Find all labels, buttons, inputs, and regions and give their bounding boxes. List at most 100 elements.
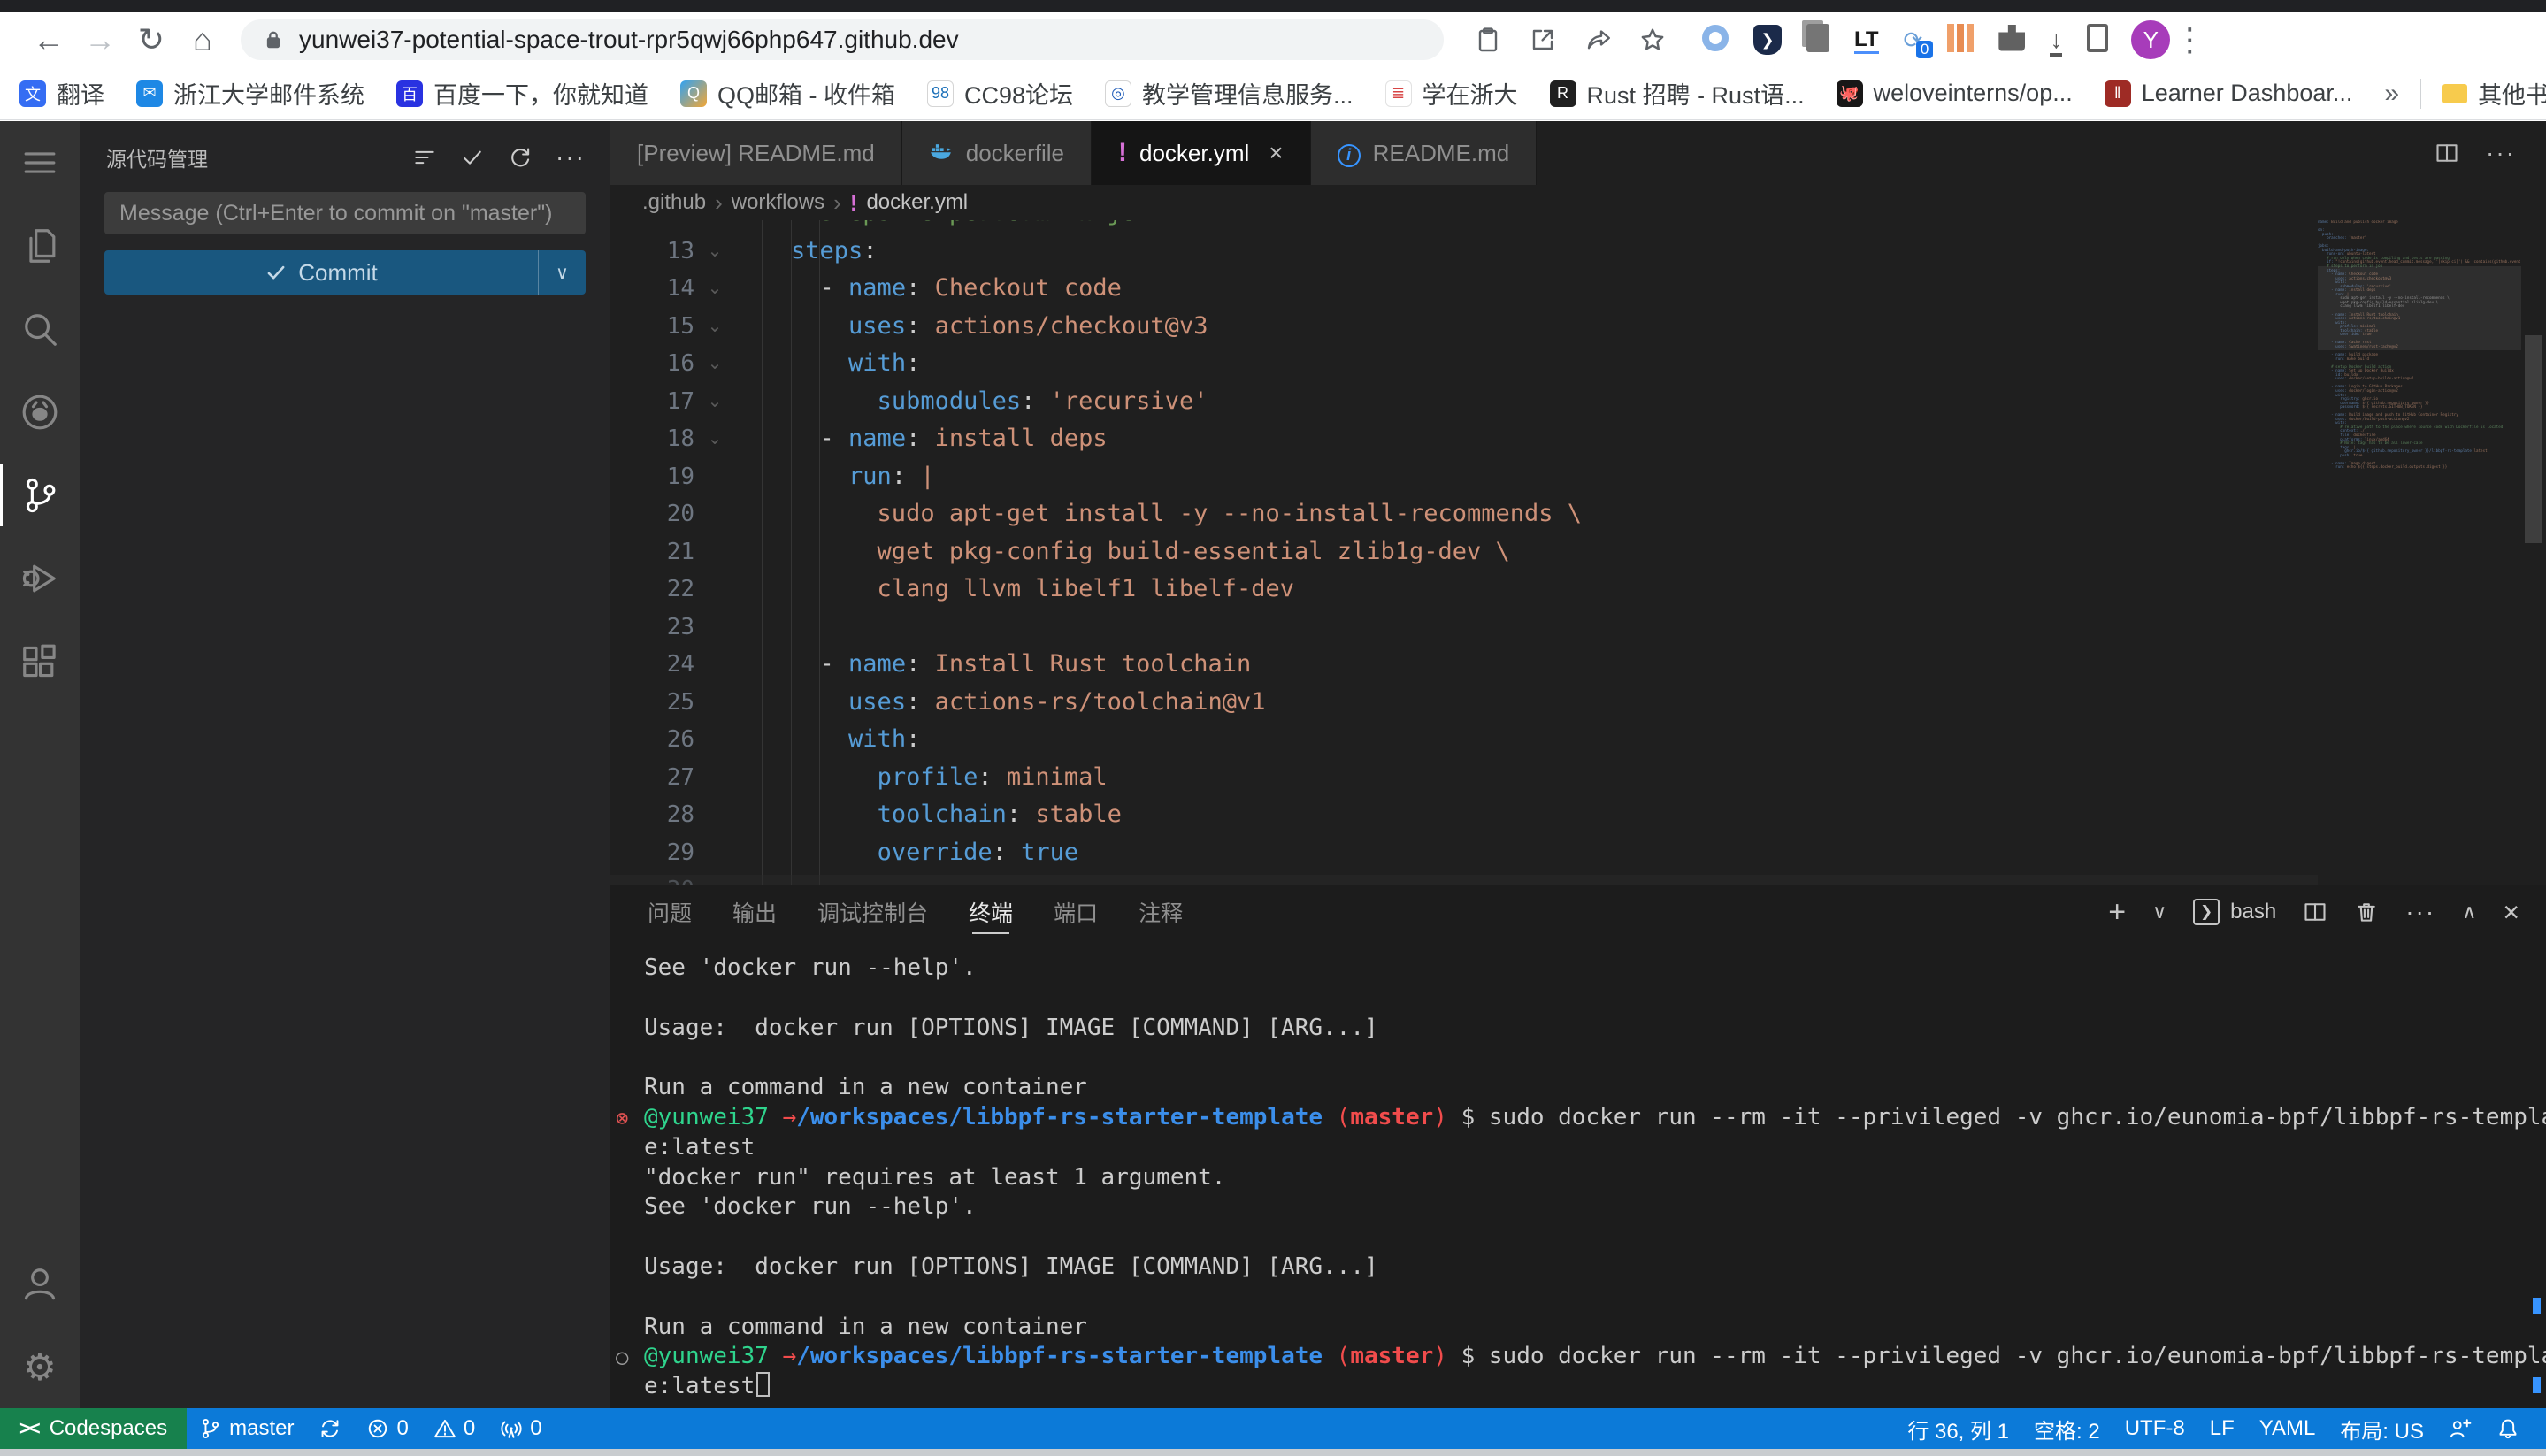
- bookmark-9[interactable]: 🐙weloveinterns/op...: [1837, 80, 2073, 107]
- status-indentation[interactable]: 空格: 2: [2021, 1408, 2113, 1449]
- status-cursor-position[interactable]: 行 36, 列 1: [1895, 1408, 2021, 1449]
- address-bar[interactable]: yunwei37-potential-space-trout-rpr5qwj66…: [241, 19, 1444, 60]
- chevron-down-icon[interactable]: ∨: [2152, 900, 2166, 923]
- line-number[interactable]: 14: [610, 270, 694, 308]
- code-line[interactable]: uses: actions-rs/toolchain@v1: [733, 684, 1582, 722]
- bookmark-4[interactable]: QQQ邮箱 - 收件箱: [680, 76, 895, 111]
- panel-tab-终端[interactable]: 终端: [969, 885, 1013, 939]
- line-number[interactable]: 24: [610, 646, 694, 684]
- code-line[interactable]: submodules: 'recursive': [733, 383, 1582, 421]
- minimap-slider[interactable]: [2318, 266, 2521, 350]
- remote-indicator[interactable]: >< Codespaces: [0, 1408, 187, 1449]
- command-failed-icon[interactable]: ⊗: [616, 1105, 628, 1131]
- bookmark-7[interactable]: ≣学在浙大: [1385, 76, 1518, 111]
- fold-column[interactable]: ⌄ ⌄ ⌄⌄ ⌄ ⌄ ⌄: [699, 220, 731, 458]
- line-number[interactable]: 29: [610, 834, 694, 872]
- trash-icon[interactable]: [2354, 900, 2379, 924]
- code-line[interactable]: uses: actions/checkout@v3: [733, 308, 1582, 346]
- more-icon[interactable]: ···: [2405, 898, 2435, 926]
- line-number[interactable]: 18: [610, 420, 694, 458]
- breadcrumb-item[interactable]: .github: [642, 190, 706, 215]
- horizontal-scrollbar[interactable]: [610, 875, 2318, 885]
- languagetool-icon[interactable]: LT: [1854, 27, 1879, 52]
- bookmark-2[interactable]: ✉浙江大学邮件系统: [136, 76, 364, 111]
- code-line[interactable]: toolchain: stable: [733, 796, 1582, 834]
- share-icon[interactable]: [1584, 26, 1612, 54]
- status-warnings[interactable]: 0: [421, 1408, 487, 1449]
- fold-chevron-icon[interactable]: ⌄: [699, 308, 731, 346]
- line-number[interactable]: 16: [610, 345, 694, 383]
- line-number[interactable]: 12: [610, 220, 694, 233]
- bookmark-1[interactable]: 文翻译: [19, 76, 104, 111]
- panel-tab-端口[interactable]: 端口: [1054, 885, 1098, 939]
- commit-dropdown[interactable]: ∨: [538, 250, 586, 295]
- editor-gutter[interactable]: 1213141516171819202122232425262728293031…: [610, 220, 694, 885]
- panel-tab-调试控制台[interactable]: 调试控制台: [817, 885, 928, 939]
- panel-tab-注释[interactable]: 注释: [1139, 885, 1183, 939]
- check-icon[interactable]: [460, 145, 485, 170]
- line-number[interactable]: 19: [610, 458, 694, 496]
- code-line[interactable]: # steps to perform in job: [733, 220, 1582, 233]
- browser-menu-icon[interactable]: ⋮: [2170, 21, 2209, 58]
- back-icon[interactable]: ←: [23, 21, 74, 58]
- code-line[interactable]: clang llvm libelf1 libelf-dev: [733, 571, 1582, 609]
- bookmark-3[interactable]: 百百度一下，你就知道: [396, 76, 648, 111]
- activity-source-control[interactable]: [0, 454, 80, 537]
- star-icon[interactable]: [1638, 26, 1667, 54]
- activity-search[interactable]: [0, 287, 80, 371]
- tab--preview--readme.md[interactable]: [Preview] README.md: [610, 121, 902, 185]
- pages-icon[interactable]: [1806, 24, 1829, 57]
- fold-chevron-icon[interactable]: ⌄: [699, 233, 731, 271]
- line-number[interactable]: 27: [610, 759, 694, 797]
- line-number[interactable]: 15: [610, 308, 694, 346]
- scrollbar-thumb[interactable]: [2525, 335, 2542, 543]
- reload-icon[interactable]: ↻: [126, 21, 177, 58]
- line-number[interactable]: 28: [610, 796, 694, 834]
- code-line[interactable]: - name: Checkout code: [733, 270, 1582, 308]
- code-line[interactable]: run: |: [733, 458, 1582, 496]
- commit-button[interactable]: Commit ∨: [104, 250, 586, 295]
- line-number[interactable]: 23: [610, 609, 694, 647]
- chevron-up-icon[interactable]: ∧: [2462, 900, 2476, 923]
- status-errors[interactable]: 0: [354, 1408, 420, 1449]
- code-line[interactable]: steps:: [733, 233, 1582, 271]
- bookmark-6[interactable]: ◎教学管理信息服务...: [1105, 76, 1354, 111]
- minimap[interactable]: name: Build and publish docker image on:…: [2318, 220, 2521, 885]
- activity-explorer[interactable]: [0, 204, 80, 287]
- commit-message-input[interactable]: [104, 192, 586, 234]
- ring-icon[interactable]: [1702, 25, 1729, 56]
- line-number[interactable]: 21: [610, 533, 694, 571]
- code-line[interactable]: with:: [733, 345, 1582, 383]
- fold-chevron-icon[interactable]: ⌄: [699, 383, 731, 421]
- download-icon[interactable]: ↓: [2050, 28, 2062, 52]
- panel-tab-问题[interactable]: 问题: [648, 885, 692, 939]
- line-number[interactable]: 20: [610, 495, 694, 533]
- breadcrumb-item[interactable]: workflows: [732, 190, 824, 215]
- terminal[interactable]: See 'docker run --help'. Usage: docker r…: [610, 939, 2546, 1408]
- bookmark-8[interactable]: RRust 招聘 - Rust语...: [1550, 76, 1805, 111]
- code-line[interactable]: with:: [733, 721, 1582, 759]
- clipboard-icon[interactable]: [1474, 26, 1502, 54]
- code-line[interactable]: sudo apt-get install -y --no-install-rec…: [733, 495, 1582, 533]
- tab-docker.yml[interactable]: !docker.yml×: [1092, 121, 1311, 185]
- status-feedback[interactable]: [2436, 1408, 2484, 1449]
- line-number[interactable]: 25: [610, 684, 694, 722]
- split-icon[interactable]: [2303, 900, 2327, 924]
- fold-chevron-icon[interactable]: ⌄: [699, 345, 731, 383]
- bookmarks-overflow-chevron[interactable]: »: [2384, 79, 2399, 109]
- status-branch[interactable]: master: [187, 1408, 306, 1449]
- more-icon[interactable]: ···: [556, 143, 586, 172]
- status-notifications[interactable]: [2484, 1408, 2532, 1449]
- refresh-icon[interactable]: [508, 145, 533, 170]
- bookmark-5[interactable]: 98CC98论坛: [927, 76, 1073, 111]
- line-number[interactable]: 22: [610, 571, 694, 609]
- code-line[interactable]: wget pkg-config build-essential zlib1g-d…: [733, 533, 1582, 571]
- editor-more-icon[interactable]: ···: [2486, 139, 2516, 167]
- fold-chevron-icon[interactable]: ⌄: [699, 220, 731, 233]
- bookmark-10[interactable]: ‖Learner Dashboar...: [2105, 80, 2353, 107]
- activity-run-debug[interactable]: [0, 537, 80, 620]
- pencils-icon[interactable]: [1947, 24, 1974, 57]
- view-sort-icon[interactable]: [412, 145, 437, 170]
- forward-icon[interactable]: →: [74, 21, 126, 58]
- activity-menu[interactable]: [0, 121, 80, 204]
